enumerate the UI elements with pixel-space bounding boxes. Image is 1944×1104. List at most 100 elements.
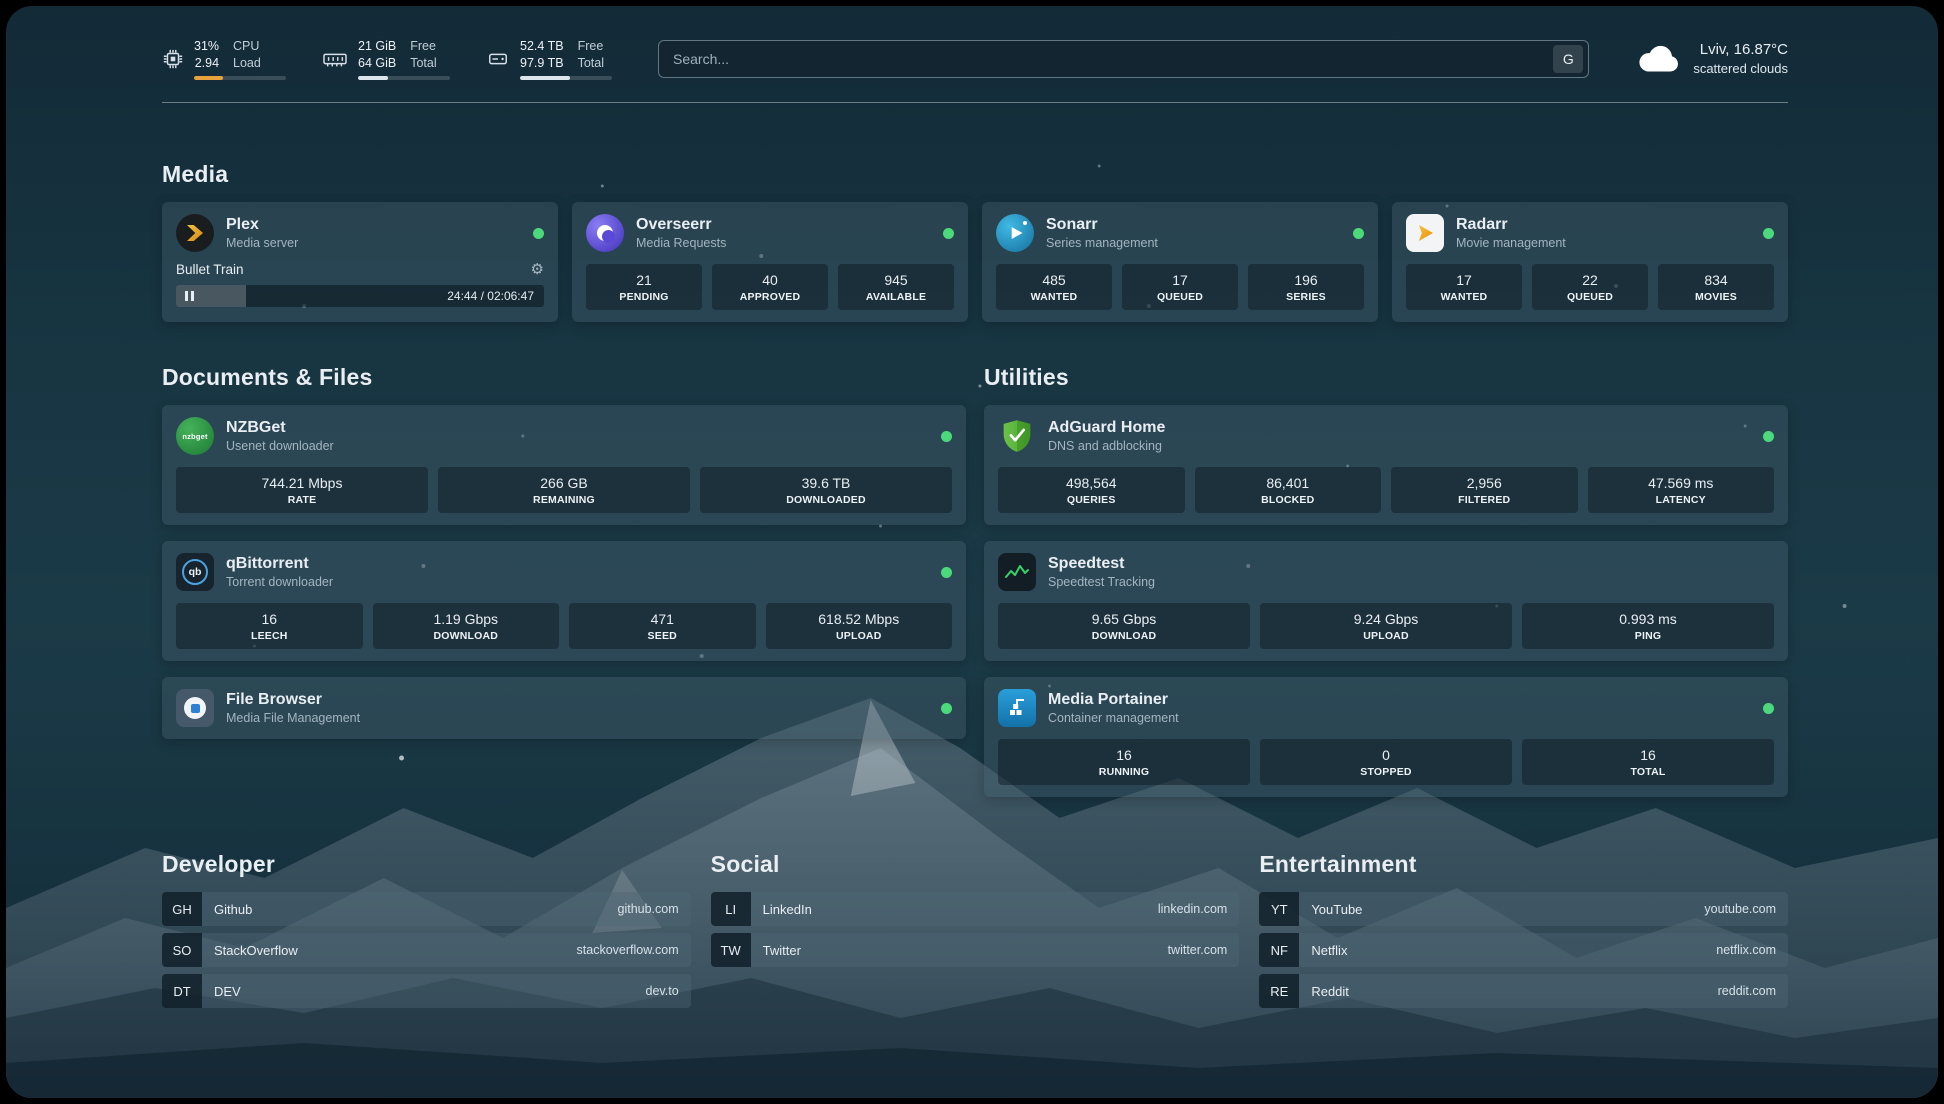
adguard-stat-filtered: 2,956FILTERED	[1391, 467, 1578, 513]
radarr-name: Radarr	[1456, 216, 1566, 234]
radarr-status-dot	[1763, 228, 1774, 239]
plex-name: Plex	[226, 216, 298, 234]
filebrowser-name: File Browser	[226, 691, 360, 709]
adguard-name: AdGuard Home	[1048, 419, 1165, 437]
bookmark-url: dev.to	[646, 984, 679, 998]
bookmark-name: Reddit	[1311, 984, 1349, 999]
filebrowser-icon	[176, 689, 214, 727]
radarr-icon	[1406, 214, 1444, 252]
sonarr-name: Sonarr	[1046, 216, 1158, 234]
radarr-card[interactable]: Radarr Movie management 17WANTED 22QUEUE…	[1392, 202, 1788, 322]
bookmark-url: github.com	[618, 902, 679, 916]
cpu-percent: 31%	[194, 38, 219, 55]
plex-status-dot	[533, 228, 544, 239]
bookmark-stackoverflow[interactable]: SO StackOverflow stackoverflow.com	[162, 933, 691, 967]
qbittorrent-stat-leech: 16LEECH	[176, 603, 363, 649]
disk-total-value: 97.9 TB	[520, 55, 564, 72]
bookmark-netflix[interactable]: NF Netflix netflix.com	[1259, 933, 1788, 967]
portainer-stat-stopped: 0STOPPED	[1260, 739, 1512, 785]
nzbget-name: NZBGet	[226, 419, 334, 437]
adguard-subtitle: DNS and adblocking	[1048, 439, 1165, 453]
bookmark-linkedin[interactable]: LI LinkedIn linkedin.com	[711, 892, 1240, 926]
sonarr-card[interactable]: Sonarr Series management 485WANTED 17QUE…	[982, 202, 1378, 322]
qbittorrent-subtitle: Torrent downloader	[226, 575, 333, 589]
overseerr-card[interactable]: Overseerr Media Requests 21PENDING 40APP…	[572, 202, 968, 322]
bookmark-url: reddit.com	[1718, 984, 1776, 998]
bookmark-twitter[interactable]: TW Twitter twitter.com	[711, 933, 1240, 967]
system-metrics: 31% 2.94 CPU Load	[162, 38, 612, 81]
portainer-subtitle: Container management	[1048, 711, 1179, 725]
utilities-section-title: Utilities	[984, 364, 1788, 391]
ram-usage-bar	[358, 76, 450, 80]
qbittorrent-stat-upload: 618.52 MbpsUPLOAD	[766, 603, 953, 649]
portainer-status-dot	[1763, 703, 1774, 714]
topbar-divider	[162, 102, 1788, 103]
dashboard-screen: 31% 2.94 CPU Load	[6, 6, 1938, 1098]
section-social: Social LI LinkedIn linkedin.com TW Twitt…	[711, 851, 1240, 1015]
filebrowser-subtitle: Media File Management	[226, 711, 360, 725]
filebrowser-status-dot	[941, 703, 952, 714]
ram-free-value: 21 GiB	[358, 38, 396, 55]
search-input[interactable]	[673, 51, 1553, 67]
sonarr-stat-series: 196SERIES	[1248, 264, 1364, 310]
overseerr-stat-pending: 21PENDING	[586, 264, 702, 310]
overseerr-name: Overseerr	[636, 216, 726, 234]
media-section-title: Media	[162, 161, 1788, 188]
cpu-usage-bar	[194, 76, 286, 80]
plex-playback-time: 24:44 / 02:06:47	[447, 289, 534, 303]
pause-icon[interactable]	[185, 291, 194, 301]
filebrowser-card[interactable]: File Browser Media File Management	[162, 677, 966, 739]
bookmark-github[interactable]: GH Github github.com	[162, 892, 691, 926]
ram-label-2: Total	[410, 55, 436, 72]
plex-icon	[176, 214, 214, 252]
bookmark-abbr: GH	[162, 892, 202, 926]
search-bar: G	[658, 40, 1589, 78]
bookmark-name: LinkedIn	[763, 902, 812, 917]
nzbget-subtitle: Usenet downloader	[226, 439, 334, 453]
bookmark-name: Github	[214, 902, 252, 917]
overseerr-stat-available: 945AVAILABLE	[838, 264, 954, 310]
portainer-stat-total: 16TOTAL	[1522, 739, 1774, 785]
bookmark-abbr: RE	[1259, 974, 1299, 1008]
nzbget-stat-remaining: 266 GBREMAINING	[438, 467, 690, 513]
bookmark-name: StackOverflow	[214, 943, 298, 958]
bookmark-reddit[interactable]: RE Reddit reddit.com	[1259, 974, 1788, 1008]
speedtest-stat-ping: 0.993 msPING	[1522, 603, 1774, 649]
entertainment-section-title: Entertainment	[1259, 851, 1788, 878]
qbittorrent-stat-download: 1.19 GbpsDOWNLOAD	[373, 603, 560, 649]
portainer-icon	[998, 689, 1036, 727]
bookmark-abbr: LI	[711, 892, 751, 926]
nzbget-icon: nzbget	[176, 417, 214, 455]
search-provider-button[interactable]: G	[1553, 45, 1583, 73]
qbittorrent-card[interactable]: qb qBittorrent Torrent downloader 16LEEC…	[162, 541, 966, 661]
bookmark-dev[interactable]: DT DEV dev.to	[162, 974, 691, 1008]
qbittorrent-stat-seed: 471SEED	[569, 603, 756, 649]
bookmark-url: linkedin.com	[1158, 902, 1227, 916]
nzbget-card[interactable]: nzbget NZBGet Usenet downloader 744.21 M…	[162, 405, 966, 525]
plex-card[interactable]: Plex Media server Bullet Train ⚙ 24:44 /…	[162, 202, 558, 322]
adguard-card[interactable]: AdGuard Home DNS and adblocking 498,564Q…	[984, 405, 1788, 525]
ram-total-value: 64 GiB	[358, 55, 396, 72]
ram-metric: 21 GiB 64 GiB Free Total	[322, 38, 450, 81]
gear-icon[interactable]: ⚙	[531, 262, 544, 277]
radarr-subtitle: Movie management	[1456, 236, 1566, 250]
disk-usage-bar	[520, 76, 612, 80]
portainer-card[interactable]: Media Portainer Container management 16R…	[984, 677, 1788, 797]
overseerr-stat-approved: 40APPROVED	[712, 264, 828, 310]
disk-label-2: Total	[578, 55, 604, 72]
disk-free-value: 52.4 TB	[520, 38, 564, 55]
bookmark-youtube[interactable]: YT YouTube youtube.com	[1259, 892, 1788, 926]
cpu-label-2: Load	[233, 55, 261, 72]
sonarr-subtitle: Series management	[1046, 236, 1158, 250]
speedtest-card[interactable]: Speedtest Speedtest Tracking 9.65 GbpsDO…	[984, 541, 1788, 661]
adguard-stat-blocked: 86,401BLOCKED	[1195, 467, 1382, 513]
sonarr-stat-wanted: 485WANTED	[996, 264, 1112, 310]
adguard-stat-queries: 498,564QUERIES	[998, 467, 1185, 513]
section-documents: Documents & Files nzbget NZBGet Usenet d…	[162, 364, 966, 739]
plex-progress-bar[interactable]: 24:44 / 02:06:47	[176, 285, 544, 307]
adguard-icon	[998, 417, 1036, 455]
plex-now-playing: Bullet Train	[176, 262, 244, 277]
top-bar: 31% 2.94 CPU Load	[162, 30, 1788, 88]
speedtest-subtitle: Speedtest Tracking	[1048, 575, 1155, 589]
sonarr-stat-queued: 17QUEUED	[1122, 264, 1238, 310]
